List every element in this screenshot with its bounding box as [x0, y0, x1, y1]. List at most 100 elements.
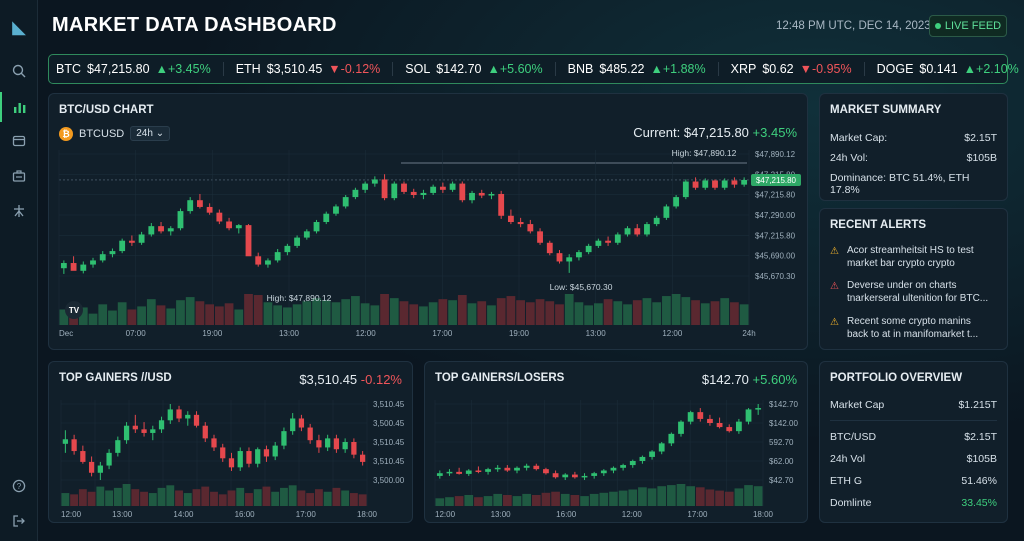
candle-body: [721, 180, 728, 188]
volume-bar: [389, 298, 399, 325]
candle-body: [298, 418, 305, 428]
candle-body: [576, 252, 582, 258]
candle-body: [138, 234, 145, 243]
volume-bar: [541, 492, 551, 506]
ticker-item[interactable]: BTC $47,215.80 ▲+3.45%: [56, 62, 224, 76]
volume-bar: [662, 296, 671, 325]
alert-item[interactable]: ⚠ Acor streamheitsit HS to test market ba…: [830, 244, 999, 270]
ticker-item[interactable]: BNB $485.22 ▲+1.88%: [568, 62, 719, 76]
volume-bar: [280, 487, 288, 506]
ticker-symbol: BNB: [567, 62, 594, 76]
ticker-item[interactable]: XRP $0.62 ▼-0.95%: [731, 62, 865, 76]
candle-body: [303, 231, 310, 238]
candle-body: [678, 421, 684, 434]
ticker-change: ▼-0.12%: [328, 62, 381, 76]
volume-bar: [681, 297, 691, 325]
briefcase-icon[interactable]: [0, 161, 38, 191]
network-icon[interactable]: [0, 196, 38, 226]
candle-body: [517, 222, 524, 225]
price-ticker: BTC $47,215.80 ▲+3.45% ETH $3,510.45 ▼-0…: [48, 54, 1019, 84]
y-tick-label: $42.70: [769, 476, 794, 485]
bitcoin-icon: ₿: [59, 126, 73, 141]
alert-item[interactable]: ⚠ Deverse under on charts tnarkerseral ul…: [830, 279, 999, 305]
x-tick-label: 24h: [742, 329, 755, 338]
logout-icon[interactable]: [0, 506, 38, 536]
candle-body: [687, 412, 694, 422]
candle-body: [255, 449, 261, 464]
volume-bar: [438, 299, 448, 325]
x-tick-label: 19:00: [509, 329, 530, 338]
candle-body: [158, 226, 164, 232]
volume-bar: [584, 305, 594, 325]
ticker-price: $142.70: [436, 62, 482, 76]
ticker-change: ▲+1.88%: [650, 62, 706, 76]
candle-body: [90, 260, 96, 265]
y-tick-label: 3,500.00: [373, 476, 405, 485]
btc-candlestick-chart[interactable]: $47,890.12 $47,215.80 $47,215.80 $47,290.00…: [49, 144, 807, 349]
candle-body: [360, 454, 366, 462]
candle-body: [634, 228, 641, 235]
help-icon[interactable]: ?: [0, 471, 38, 501]
volume-bar: [419, 306, 428, 325]
ticker-item[interactable]: SOL $142.70 ▲+5.60%: [405, 62, 556, 76]
volume-bar: [474, 497, 483, 506]
volume-bar: [496, 298, 506, 325]
ticker-price: $0.141: [919, 62, 958, 76]
candle-body: [115, 440, 121, 453]
volume-bar: [545, 301, 555, 325]
wallet-icon[interactable]: [0, 126, 38, 156]
candle-body: [533, 465, 540, 470]
candle-body: [245, 225, 252, 257]
x-tick-label: 12:00: [356, 329, 377, 338]
candle-body: [581, 475, 588, 478]
timeframe-select[interactable]: 24h ⌄: [130, 126, 171, 141]
volume-bar: [113, 487, 122, 506]
volume-bar: [218, 494, 227, 506]
volume-bar: [493, 493, 503, 506]
volume-bar: [445, 497, 454, 506]
error-icon: ⚠: [830, 281, 839, 292]
candle-body: [206, 206, 213, 213]
alert-item[interactable]: ⚠ Recent some crypto manins back to at in…: [830, 315, 999, 341]
candle-body: [362, 183, 369, 190]
volume-bar: [370, 305, 380, 325]
volume-bar: [580, 496, 589, 506]
high-label-left: High: $47,890.12: [267, 293, 332, 303]
candle-body: [507, 215, 514, 223]
volume-bar: [483, 496, 493, 506]
volume-bar: [96, 486, 105, 506]
market-summary-title: MARKET SUMMARY: [830, 104, 942, 116]
candle-body: [123, 425, 130, 441]
volume-bar: [503, 495, 512, 506]
ticker-item[interactable]: DOGE $0.141 ▲+2.10%: [877, 62, 1024, 76]
volume-bar: [428, 302, 438, 325]
volume-bar: [271, 491, 280, 506]
volume-bar: [435, 498, 445, 506]
candle-body: [265, 260, 271, 265]
volume-bar: [321, 300, 331, 325]
candle-body: [741, 179, 748, 185]
gainers-usd-chart[interactable]: 3,510.45 3,500.45 3,510.45 3,510.45 3,500.00…: [49, 396, 412, 521]
candle-body: [401, 183, 407, 192]
candle-body: [523, 465, 530, 468]
live-feed-button[interactable]: LIVE FEED: [929, 15, 1007, 37]
volume-bar: [522, 493, 531, 506]
volume-bar: [715, 490, 724, 506]
candle-body: [668, 433, 675, 444]
pair-selector[interactable]: ₿ BTCUSD 24h ⌄: [59, 126, 171, 141]
ticker-item[interactable]: ETH $3,510.45 ▼-0.12%: [236, 62, 394, 76]
volume-bar: [262, 486, 271, 506]
candle-body: [235, 225, 242, 229]
y-tick-label: 3,510.45: [373, 438, 405, 447]
gainers-losers-chart[interactable]: $142.70 $142.00 592.70 $62.00 $42.70 12:00 13:…: [425, 396, 807, 521]
app-logo-icon[interactable]: ◣: [0, 12, 38, 42]
candle-body: [237, 451, 243, 468]
volume-bar: [623, 304, 632, 325]
candle-body: [80, 451, 86, 462]
candle-body: [682, 181, 689, 198]
chart-bars-icon[interactable]: [0, 92, 38, 122]
candle-body: [71, 439, 77, 452]
candle-body: [692, 181, 699, 188]
search-icon[interactable]: [0, 56, 38, 86]
candle-body: [755, 408, 762, 410]
